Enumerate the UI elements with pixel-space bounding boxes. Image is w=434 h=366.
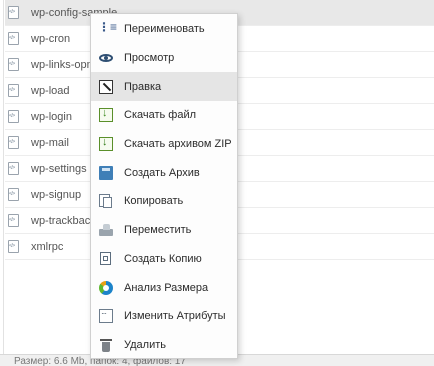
- file-name: wp-settings: [31, 162, 87, 175]
- menu-item-label: Просмотр: [124, 52, 175, 65]
- menu-item-label: Переместить: [124, 224, 192, 237]
- file-name: wp-mail: [31, 136, 69, 149]
- php-file-icon: [8, 214, 19, 227]
- php-file-icon: [8, 188, 19, 201]
- menu-item-label: Создать Копию: [124, 252, 202, 265]
- duplicate-icon: [99, 251, 113, 266]
- download-zip-icon: [99, 136, 113, 152]
- php-file-icon: [8, 136, 19, 149]
- rename-icon: [98, 20, 117, 36]
- php-file-icon: [8, 240, 19, 253]
- php-file-icon: [8, 110, 19, 123]
- menu-item-download-file[interactable]: Скачать файл: [91, 101, 237, 130]
- menu-item-view[interactable]: Просмотр: [91, 44, 237, 73]
- edit-icon: [99, 79, 113, 94]
- menu-item-label: Правка: [124, 80, 162, 93]
- menu-item-label: Анализ Размера: [124, 281, 209, 294]
- menu-item-rename[interactable]: Переименовать: [91, 15, 237, 44]
- menu-item-duplicate[interactable]: Создать Копию: [91, 245, 237, 274]
- copy-icon: [99, 194, 113, 209]
- move-icon: [99, 223, 113, 237]
- menu-item-label: Изменить Атрибуты: [124, 310, 226, 323]
- file-name: wp-trackback: [31, 214, 96, 227]
- menu-item-label: Скачать архивом ZIP: [124, 138, 232, 151]
- php-file-icon: [8, 58, 19, 71]
- menu-item-delete[interactable]: Удалить: [91, 331, 237, 360]
- file-name: xmlrpc: [31, 240, 64, 253]
- file-name: wp-load: [31, 84, 70, 97]
- download-icon: [99, 107, 113, 123]
- menu-item-create-archive[interactable]: Создать Архив: [91, 158, 237, 187]
- menu-item-copy[interactable]: Копировать: [91, 187, 237, 216]
- menu-item-move[interactable]: Переместить: [91, 216, 237, 245]
- menu-item-label: Скачать файл: [124, 109, 197, 122]
- menu-item-label: Копировать: [124, 195, 184, 208]
- menu-item-label: Создать Архив: [124, 166, 200, 179]
- file-name: wp-signup: [31, 188, 82, 201]
- menu-item-download-zip[interactable]: Скачать архивом ZIP: [91, 130, 237, 159]
- archive-icon: [99, 165, 113, 180]
- size-analysis-icon: [99, 280, 113, 295]
- menu-item-size-analysis[interactable]: Анализ Размера: [91, 273, 237, 302]
- file-name: wp-login: [31, 110, 72, 123]
- menu-item-edit[interactable]: Правка: [91, 72, 237, 102]
- menu-item-label: Переименовать: [124, 23, 205, 36]
- php-file-icon: [8, 32, 19, 45]
- attributes-icon: [99, 309, 113, 324]
- php-file-icon: [8, 6, 19, 19]
- eye-icon: [99, 51, 113, 65]
- menu-item-label: Удалить: [124, 338, 166, 351]
- menu-item-change-attributes[interactable]: Изменить Атрибуты: [91, 302, 237, 331]
- file-name: wp-cron: [31, 32, 71, 45]
- file-name: wp-links-opml: [31, 58, 99, 71]
- php-file-icon: [8, 84, 19, 97]
- context-menu: Переименовать Просмотр Правка Скачать фа…: [90, 13, 238, 359]
- trash-icon: [99, 338, 113, 352]
- php-file-icon: [8, 162, 19, 175]
